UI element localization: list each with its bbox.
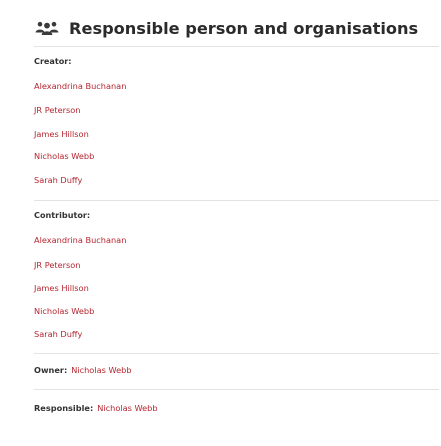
contributor-label: Contributor: [34,210,91,220]
owner-row: Owner: Nicholas Webb [34,366,132,374]
creator-person-link[interactable]: James Hillson [34,130,89,138]
section-header: Responsible person and organisations [34,16,418,40]
section-title: Responsible person and organisations [69,18,419,38]
contributor-person-link[interactable]: James Hillson [34,284,89,292]
people-group-icon [34,20,60,36]
owner-person-link[interactable]: Nicholas Webb [71,365,131,375]
creator-divider [34,200,439,201]
contributor-person-link[interactable]: Nicholas Webb [34,307,94,315]
creator-person-link[interactable]: Nicholas Webb [34,152,94,160]
contributor-person-link[interactable]: Alexandrina Buchanan [34,236,126,244]
contributor-person-link[interactable]: Sarah Duffy [34,330,82,338]
creator-person-link[interactable]: Sarah Duffy [34,176,82,184]
creator-label: Creator: [34,56,72,66]
creator-person-link[interactable]: Alexandrina Buchanan [34,82,126,90]
owner-label: Owner: [34,365,68,375]
creator-person-link[interactable]: JR Peterson [34,106,80,114]
responsible-label: Responsible: [34,403,94,413]
contributor-divider [34,353,439,354]
contributor-person-link[interactable]: JR Peterson [34,261,80,269]
header-divider [34,46,439,47]
responsible-persons-panel: Responsible person and organisations Cre… [0,0,441,446]
owner-divider [34,389,439,390]
responsible-row: Responsible: Nicholas Webb [34,404,158,412]
responsible-person-link[interactable]: Nicholas Webb [97,403,157,413]
